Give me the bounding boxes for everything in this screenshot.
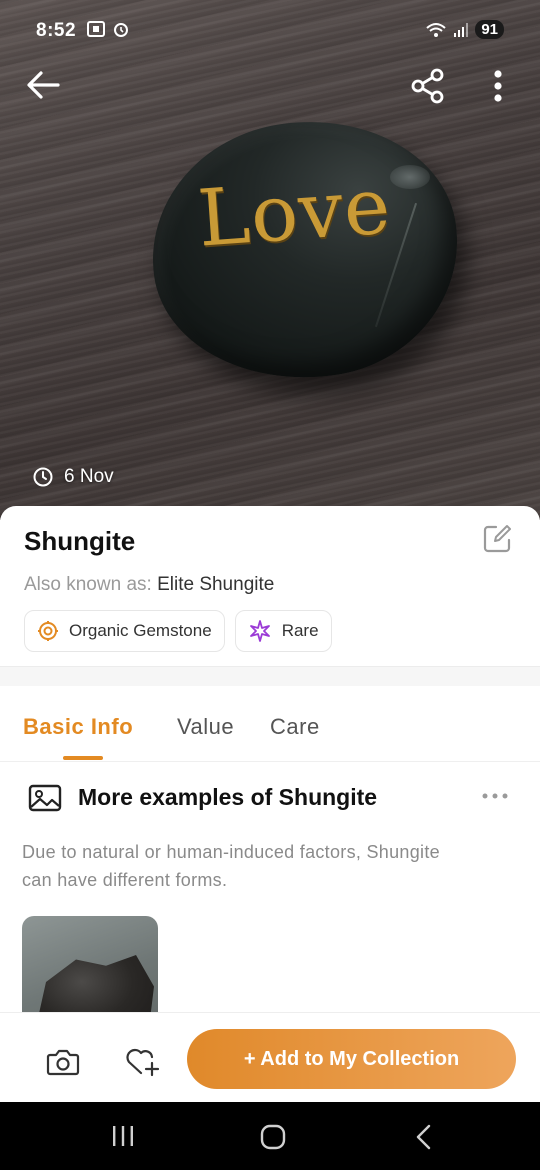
signal-icon (454, 22, 469, 37)
tag-chips: Organic Gemstone Rare (24, 610, 332, 652)
share-button[interactable] (408, 66, 448, 106)
more-vertical-icon (494, 70, 502, 102)
chip-organic-gemstone[interactable]: Organic Gemstone (24, 610, 225, 652)
item-title: Shungite (24, 526, 136, 556)
also-known-as: Also known as: Elite Shungite (24, 574, 274, 596)
camera-button[interactable] (46, 1047, 80, 1077)
status-bar: 8:52 91 (0, 0, 540, 60)
tab-care[interactable]: Care (270, 714, 320, 740)
stone-engraving: Love (195, 161, 394, 265)
add-to-collection-button[interactable]: + Add to My Collection (187, 1029, 516, 1089)
arrow-left-icon (27, 71, 60, 99)
hero-image: Love (0, 0, 540, 520)
aka-label: Also known as: (24, 574, 152, 595)
example-thumbnail[interactable] (22, 916, 158, 1016)
home-icon[interactable] (260, 1124, 286, 1150)
photo-date: 6 Nov (32, 466, 114, 488)
edit-icon (483, 525, 511, 553)
chip-label: Organic Gemstone (69, 621, 212, 640)
tab-indicator (63, 756, 103, 760)
clock-icon (33, 467, 53, 487)
system-nav-bar (0, 1102, 540, 1170)
more-options-button[interactable] (484, 66, 512, 106)
chip-rare[interactable]: Rare (234, 610, 332, 652)
status-time: 8:52 (36, 20, 77, 41)
wifi-icon (426, 22, 446, 37)
tab-value[interactable]: Value (177, 714, 234, 740)
add-favorite-button[interactable] (124, 1047, 160, 1077)
examples-header: More examples of Shungite (0, 776, 540, 816)
tab-basic-info[interactable]: Basic Info (23, 714, 133, 740)
camera-icon (46, 1049, 80, 1076)
examples-description: Due to natural or human-induced factors,… (22, 842, 440, 890)
nav-back-icon[interactable] (414, 1124, 434, 1150)
recents-icon[interactable] (110, 1124, 136, 1148)
chip-label: Rare (281, 621, 319, 640)
more-horizontal-icon[interactable] (480, 784, 510, 808)
alarm-icon (114, 23, 128, 37)
heart-plus-icon (126, 1048, 160, 1077)
section-divider (0, 666, 540, 686)
gemstone-icon (38, 621, 58, 641)
photo-date-label: 6 Nov (64, 466, 114, 487)
bottom-action-bar: + Add to My Collection (0, 1012, 540, 1102)
share-icon (411, 68, 444, 104)
battery-icon: 91 (475, 20, 504, 39)
tab-bar: Basic Info Value Care (0, 686, 540, 762)
aka-value: Elite Shungite (157, 574, 275, 595)
screenshot-icon (87, 21, 105, 37)
gallery-icon (28, 784, 62, 812)
rare-sparkle-icon (249, 620, 270, 642)
back-button[interactable] (22, 66, 64, 104)
examples-title: More examples of Shungite (78, 784, 378, 810)
edit-button[interactable] (482, 524, 512, 554)
